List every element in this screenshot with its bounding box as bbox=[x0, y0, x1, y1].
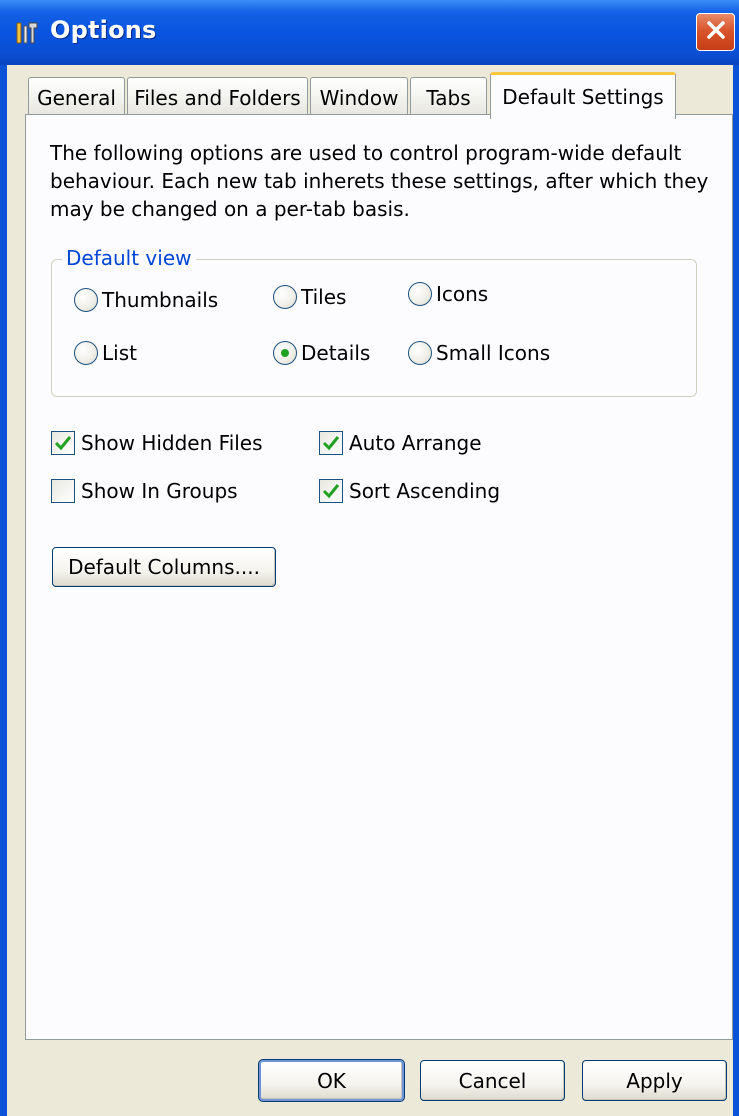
checkbox[interactable] bbox=[51, 431, 75, 455]
tab-window[interactable]: Window bbox=[310, 77, 408, 117]
radio-label: Tiles bbox=[301, 285, 347, 309]
radio-icons[interactable]: Icons bbox=[408, 282, 488, 306]
checkmark-icon bbox=[322, 484, 340, 499]
radio-tiles[interactable]: Tiles bbox=[273, 285, 346, 309]
tab-label: Tabs bbox=[426, 85, 471, 110]
default-view-label: Default view bbox=[62, 246, 196, 270]
radio-label: List bbox=[102, 341, 137, 365]
radio-label: Thumbnails bbox=[102, 288, 219, 312]
tab-general[interactable]: General bbox=[28, 77, 125, 117]
checkbox[interactable] bbox=[51, 479, 75, 503]
radio-thumbnails[interactable]: Thumbnails bbox=[74, 288, 218, 312]
radio-label: Details bbox=[301, 341, 371, 365]
checkbox[interactable] bbox=[319, 479, 343, 503]
tab-files-and-folders[interactable]: Files and Folders bbox=[127, 77, 308, 117]
radio-button[interactable] bbox=[273, 341, 297, 365]
apply-button[interactable]: Apply bbox=[582, 1060, 727, 1101]
radio-selected-dot bbox=[281, 349, 289, 357]
checkbox-label: Sort Ascending bbox=[349, 479, 501, 503]
button-label: Cancel bbox=[458, 1068, 527, 1093]
tab-tabs[interactable]: Tabs bbox=[410, 77, 487, 117]
checkbox-show-in-groups[interactable]: Show In Groups bbox=[51, 479, 238, 503]
checkbox-label: Auto Arrange bbox=[349, 431, 482, 455]
button-label: Apply bbox=[626, 1068, 683, 1093]
checkmark-icon bbox=[54, 436, 72, 451]
window-title: Options bbox=[50, 16, 157, 44]
options-tools-icon bbox=[14, 20, 40, 46]
checkbox[interactable] bbox=[319, 431, 343, 455]
close-button[interactable] bbox=[696, 13, 735, 51]
ok-button[interactable]: OK bbox=[258, 1059, 405, 1102]
button-label: OK bbox=[317, 1068, 346, 1093]
tab-label: Default Settings bbox=[502, 85, 664, 109]
radio-button[interactable] bbox=[74, 288, 98, 312]
title-bar[interactable]: Options bbox=[0, 0, 739, 65]
tab-label: Files and Folders bbox=[134, 85, 301, 110]
checkbox-label: Show In Groups bbox=[81, 479, 238, 503]
checkbox-show-hidden-files[interactable]: Show Hidden Files bbox=[51, 431, 263, 455]
checkbox-sort-ascending[interactable]: Sort Ascending bbox=[319, 479, 500, 503]
checkmark-icon bbox=[322, 436, 340, 451]
tab-label: General bbox=[37, 85, 116, 110]
checkbox-auto-arrange[interactable]: Auto Arrange bbox=[319, 431, 482, 455]
dialog-body: General Files and Folders Window Tabs De… bbox=[7, 65, 733, 1116]
radio-label: Icons bbox=[436, 282, 489, 306]
cancel-button[interactable]: Cancel bbox=[420, 1060, 565, 1101]
radio-details[interactable]: Details bbox=[273, 341, 370, 365]
checkbox-label: Show Hidden Files bbox=[81, 431, 263, 455]
description-text: The following options are used to contro… bbox=[50, 141, 709, 221]
tab-default-settings[interactable]: Default Settings bbox=[490, 72, 676, 119]
radio-button[interactable] bbox=[408, 282, 432, 306]
radio-label: Small Icons bbox=[436, 341, 551, 365]
radio-button[interactable] bbox=[273, 285, 297, 309]
default-columns-button[interactable]: Default Columns.... bbox=[52, 547, 276, 587]
radio-button[interactable] bbox=[74, 341, 98, 365]
close-icon bbox=[705, 19, 727, 45]
default-view-group: Default view Thumbnails Tiles Icons List bbox=[51, 246, 697, 397]
tab-label: Window bbox=[319, 85, 399, 110]
radio-small-icons[interactable]: Small Icons bbox=[408, 341, 550, 365]
radio-list[interactable]: List bbox=[74, 341, 137, 365]
radio-button[interactable] bbox=[408, 341, 432, 365]
default-settings-panel: The following options are used to contro… bbox=[25, 114, 733, 1040]
options-dialog: Options General Files and Folders Window… bbox=[0, 0, 739, 1116]
button-label: Default Columns.... bbox=[68, 555, 260, 579]
